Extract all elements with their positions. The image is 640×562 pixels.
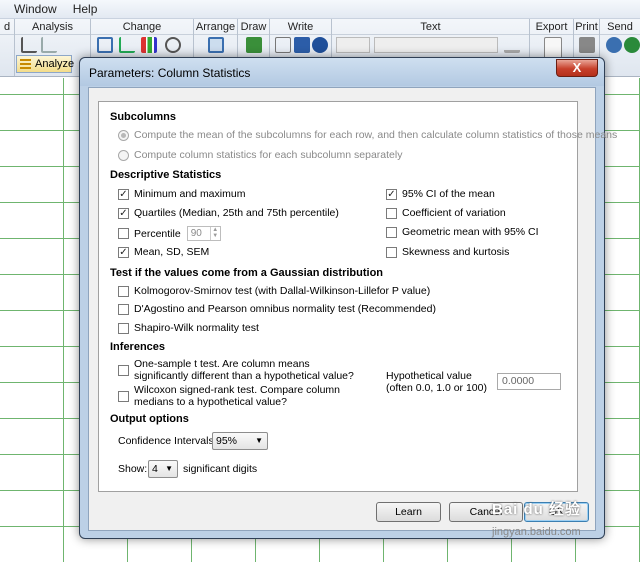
- chevron-down-icon: ▼: [165, 464, 173, 473]
- min-max-option[interactable]: ✓ Minimum and maximum: [118, 188, 245, 200]
- geo-mean-checkbox[interactable]: [386, 226, 397, 238]
- skewness-option[interactable]: Skewness and kurtosis: [386, 246, 509, 258]
- word-icon[interactable]: [294, 37, 310, 53]
- menu-help[interactable]: Help: [65, 2, 106, 16]
- percentile-stepper[interactable]: 90 ▲ ▼: [186, 226, 221, 241]
- dialog-title: Parameters: Column Statistics: [89, 66, 251, 80]
- subcolumn-mean-option[interactable]: Compute the mean of the subcolumns for e…: [118, 129, 617, 141]
- mean-sd-checkbox[interactable]: ✓: [118, 246, 129, 258]
- wilcoxon-option[interactable]: Wilcoxon signed-rank test. Compare colum…: [118, 384, 340, 408]
- printer-icon[interactable]: [579, 37, 595, 53]
- one-sample-t-checkbox[interactable]: [118, 364, 129, 376]
- hypothetical-value-input[interactable]: 0.0000: [497, 373, 561, 390]
- one-sample-t-option[interactable]: One-sample t test. Are column means signi…: [118, 358, 354, 382]
- analysis-icon[interactable]: [21, 37, 37, 53]
- ci-mean-checkbox[interactable]: ✓: [386, 188, 397, 200]
- show-label: Show:: [118, 463, 148, 475]
- draw-icon[interactable]: [246, 37, 262, 53]
- equation-icon[interactable]: [275, 37, 291, 53]
- stepper-arrows-icon[interactable]: ▲ ▼: [209, 227, 220, 240]
- mean-sd-option[interactable]: ✓ Mean, SD, SEM: [118, 246, 209, 258]
- change-icon-2[interactable]: [119, 37, 135, 53]
- close-button[interactable]: X: [556, 59, 598, 77]
- subcolumn-separate-option[interactable]: Compute column statistics for each subco…: [118, 149, 402, 161]
- analyze-button[interactable]: Analyze: [16, 55, 74, 73]
- column-statistics-dialog: Parameters: Column Statistics X Subcolum…: [79, 57, 617, 539]
- globe-icon[interactable]: [624, 37, 640, 53]
- menu-bar: Window Help: [0, 0, 640, 19]
- watermark-url: jingyan.baidu.com: [492, 526, 581, 538]
- subcolumns-heading: Subcolumns: [110, 111, 177, 123]
- send-icon[interactable]: [606, 37, 622, 53]
- output-heading: Output options: [110, 413, 189, 425]
- wilcoxon-checkbox[interactable]: [118, 390, 129, 402]
- ci-label: Confidence Intervals:: [118, 435, 217, 447]
- geo-mean-option[interactable]: Geometric mean with 95% CI: [386, 226, 539, 238]
- dagostino-checkbox[interactable]: [118, 303, 129, 315]
- coef-var-checkbox[interactable]: [386, 207, 397, 219]
- descriptive-heading: Descriptive Statistics: [110, 169, 222, 181]
- change-icon-4[interactable]: [165, 37, 181, 53]
- ribbon-group-d: d: [0, 19, 15, 76]
- min-max-checkbox[interactable]: ✓: [118, 188, 129, 200]
- change-icon-3[interactable]: [141, 37, 157, 53]
- hypothetical-value-label: Hypothetical value (often 0.0, 1.0 or 100…: [386, 370, 487, 394]
- export-icon[interactable]: [544, 37, 562, 59]
- change-icon-1[interactable]: [97, 37, 113, 53]
- percentile-checkbox[interactable]: [118, 228, 129, 239]
- coef-var-option[interactable]: Coefficient of variation: [386, 207, 506, 219]
- analysis-icon-2[interactable]: [41, 37, 57, 53]
- quartiles-checkbox[interactable]: ✓: [118, 207, 129, 219]
- arrange-icon[interactable]: [208, 37, 224, 53]
- digits-suffix: significant digits: [183, 463, 258, 475]
- info-icon[interactable]: [312, 37, 328, 53]
- ci-mean-option[interactable]: ✓ 95% CI of the mean: [386, 188, 495, 200]
- dialog-titlebar[interactable]: Parameters: Column Statistics X: [80, 58, 604, 86]
- dagostino-option[interactable]: D'Agostino and Pearson omnibus normality…: [118, 303, 436, 315]
- quartiles-option[interactable]: ✓ Quartiles (Median, 25th and 75th percen…: [118, 207, 339, 219]
- ribbon-group-send: Send: [600, 19, 640, 76]
- menu-window[interactable]: Window: [6, 2, 65, 16]
- shapiro-wilk-checkbox[interactable]: [118, 322, 129, 334]
- chevron-down-icon: ▼: [255, 436, 263, 445]
- skewness-checkbox[interactable]: [386, 246, 397, 258]
- percentile-option[interactable]: Percentile 90 ▲ ▼: [118, 226, 221, 241]
- font-name-dropdown[interactable]: [374, 37, 498, 53]
- watermark: Bai du 经验: [492, 501, 582, 518]
- dialog-client: Subcolumns Compute the mean of the subco…: [88, 87, 617, 531]
- font-color-icon[interactable]: [504, 37, 520, 53]
- font-size-dropdown[interactable]: [336, 37, 370, 53]
- close-icon: X: [572, 60, 582, 75]
- subcolumn-mean-radio[interactable]: [118, 129, 129, 141]
- shapiro-wilk-option[interactable]: Shapiro-Wilk normality test: [118, 322, 259, 334]
- ks-test-checkbox[interactable]: [118, 285, 129, 297]
- ci-select[interactable]: 95% ▼: [212, 432, 268, 450]
- subcolumn-separate-radio[interactable]: [118, 149, 129, 161]
- ks-test-option[interactable]: Kolmogorov-Smirnov test (with Dallal-Wil…: [118, 285, 430, 297]
- digits-select[interactable]: 4 ▼: [148, 460, 178, 478]
- analyze-icon: [20, 59, 31, 69]
- gaussian-heading: Test if the values come from a Gaussian …: [110, 267, 384, 279]
- options-panel: Subcolumns Compute the mean of the subco…: [98, 101, 617, 492]
- learn-button[interactable]: Learn: [376, 502, 441, 522]
- inferences-heading: Inferences: [110, 341, 166, 353]
